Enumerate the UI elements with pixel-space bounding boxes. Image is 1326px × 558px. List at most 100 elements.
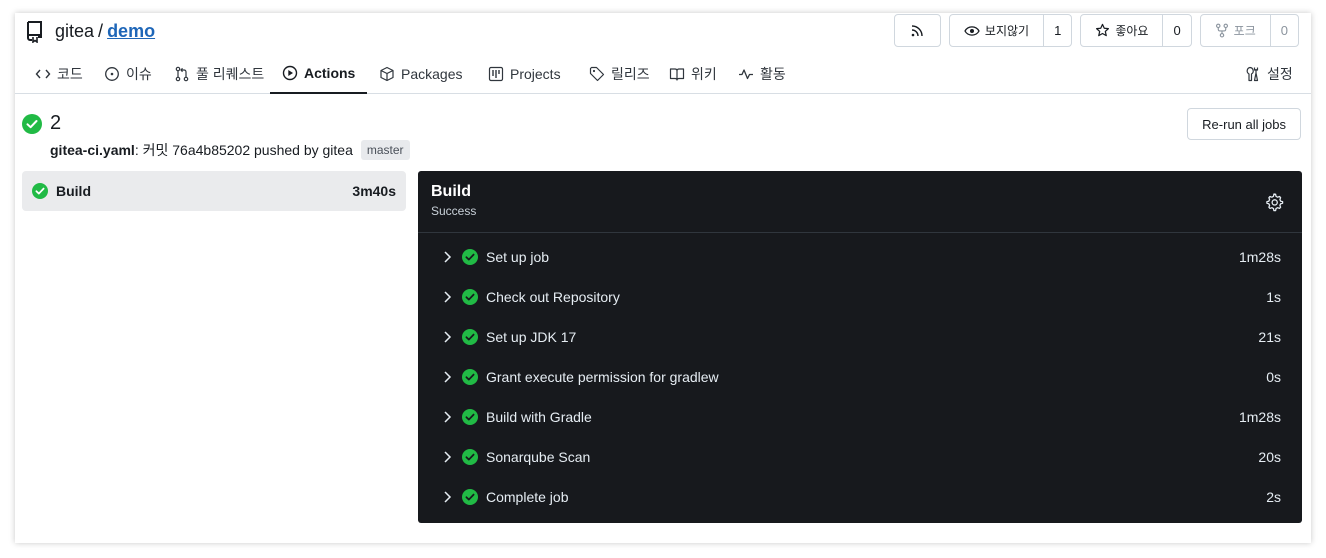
job-log-panel: Build Success Set up job 1m28s Check out…: [418, 171, 1302, 523]
step-duration: 2s: [1266, 489, 1281, 505]
gear-icon[interactable]: [1264, 192, 1284, 212]
step-duration: 0s: [1266, 369, 1281, 385]
success-check-icon: [462, 249, 478, 265]
tab-label: Actions: [304, 64, 356, 81]
chevron-right-icon: [444, 331, 452, 343]
tab-label: Packages: [401, 65, 463, 82]
step-duration: 1m28s: [1238, 249, 1281, 265]
job-step[interactable]: Build with Gradle 1m28s: [418, 397, 1302, 437]
step-duration: 21s: [1258, 329, 1281, 345]
star-button[interactable]: 좋아요 0: [1080, 14, 1192, 47]
job-steps: Set up job 1m28s Check out Repository 1s…: [418, 237, 1302, 517]
success-check-icon: [462, 369, 478, 385]
pulse-icon: [739, 68, 753, 79]
fork-count[interactable]: 0: [1269, 15, 1298, 46]
tab-code[interactable]: 코드: [31, 53, 87, 94]
job-name: Build: [56, 183, 91, 199]
star-label: 좋아요: [1115, 24, 1149, 38]
repo-icon: [27, 21, 42, 43]
tab-settings[interactable]: 설정: [1241, 53, 1297, 94]
step-name: Grant execute permission for gradlew: [486, 369, 719, 385]
run-number: 2: [50, 112, 62, 134]
repo-name-link[interactable]: demo: [107, 21, 155, 42]
rss-feed-button[interactable]: [893, 14, 941, 47]
job-list-item[interactable]: Build 3m40s: [22, 171, 406, 211]
tab-pull-requests[interactable]: 풀 리퀘스트: [170, 53, 268, 94]
code-icon: [35, 69, 51, 78]
tab-packages[interactable]: Packages: [375, 53, 466, 94]
repo-header-buttons: 보지않기 1 좋아요 0 포크 0: [893, 14, 1299, 47]
chevron-right-icon: [444, 291, 452, 303]
tab-label: 활동: [760, 65, 786, 82]
chevron-right-icon: [444, 371, 452, 383]
job-log-header: Build Success: [418, 171, 1302, 233]
rerun-all-jobs-button[interactable]: Re-run all jobs: [1187, 108, 1301, 140]
chevron-right-icon: [444, 411, 452, 423]
job-log-title: Build: [431, 183, 471, 200]
step-duration: 20s: [1258, 449, 1281, 465]
fork-icon: [1215, 23, 1228, 38]
project-icon: [488, 66, 504, 81]
step-name: Set up JDK 17: [486, 329, 577, 345]
play-icon: [282, 65, 298, 80]
eye-icon: [964, 25, 980, 36]
fork-button[interactable]: 포크 0: [1199, 14, 1299, 47]
pull-request-icon: [175, 66, 189, 81]
job-step[interactable]: Set up JDK 17 21s: [418, 317, 1302, 357]
run-commit-info: : 커밋 76a4b85202 pushed by gitea: [134, 142, 353, 158]
run-meta: gitea-ci.yaml : 커밋 76a4b85202 pushed by …: [50, 140, 410, 160]
success-check-icon: [462, 489, 478, 505]
step-name: Set up job: [486, 249, 550, 265]
tab-actions[interactable]: Actions: [270, 53, 368, 94]
tab-label: Projects: [510, 65, 561, 82]
tab-label: 릴리즈: [611, 65, 650, 82]
job-log-status: Success: [431, 204, 477, 218]
tab-projects[interactable]: Projects: [484, 53, 565, 94]
job-step[interactable]: Grant execute permission for gradlew 0s: [418, 357, 1302, 397]
tools-icon: [1246, 66, 1259, 81]
chevron-right-icon: [444, 491, 452, 503]
job-step[interactable]: Check out Repository 1s: [418, 277, 1302, 317]
tab-label: 풀 리퀘스트: [196, 65, 265, 82]
step-duration: 1m28s: [1238, 409, 1281, 425]
book-icon: [669, 67, 685, 81]
watch-button[interactable]: 보지않기 1: [948, 14, 1073, 47]
success-check-icon: [22, 114, 42, 134]
chevron-right-icon: [444, 451, 452, 463]
repo-separator: /: [98, 20, 104, 41]
rss-icon: [912, 24, 924, 36]
job-step[interactable]: Sonarqube Scan 20s: [418, 437, 1302, 477]
repo-title: gitea / demo: [25, 19, 155, 43]
watch-count[interactable]: 1: [1043, 15, 1071, 46]
step-name: Build with Gradle: [486, 409, 592, 425]
tab-label: 코드: [57, 65, 83, 82]
chevron-right-icon: [444, 251, 452, 263]
success-check-icon: [462, 289, 478, 305]
repo-tabs: 코드 이슈 풀 리퀘스트 Actions Packages Projects 릴…: [15, 53, 1311, 94]
star-icon: [1096, 23, 1110, 37]
success-check-icon: [462, 449, 478, 465]
tag-icon: [589, 66, 605, 81]
job-step[interactable]: Set up job 1m28s: [418, 237, 1302, 277]
job-step[interactable]: Complete job 2s: [418, 477, 1302, 517]
tab-activity[interactable]: 활동: [734, 53, 790, 94]
branch-tag[interactable]: master: [360, 140, 410, 160]
fork-label: 포크: [1233, 24, 1256, 38]
repo-owner-link[interactable]: gitea: [55, 21, 94, 42]
step-name: Complete job: [486, 489, 569, 505]
success-check-icon: [462, 409, 478, 425]
star-count[interactable]: 0: [1162, 15, 1190, 46]
watch-label: 보지않기: [984, 24, 1030, 38]
package-icon: [380, 66, 394, 81]
success-check-icon: [32, 183, 48, 199]
tab-wiki[interactable]: 위키: [665, 53, 721, 94]
workflow-file-link[interactable]: gitea-ci.yaml: [50, 142, 135, 158]
issue-icon: [105, 66, 119, 81]
step-duration: 1s: [1266, 289, 1281, 305]
step-name: Sonarqube Scan: [486, 449, 591, 465]
tab-label: 설정: [1267, 65, 1293, 82]
tab-releases[interactable]: 릴리즈: [585, 53, 654, 94]
step-name: Check out Repository: [486, 289, 620, 305]
tab-issues[interactable]: 이슈: [100, 53, 156, 94]
success-check-icon: [462, 329, 478, 345]
